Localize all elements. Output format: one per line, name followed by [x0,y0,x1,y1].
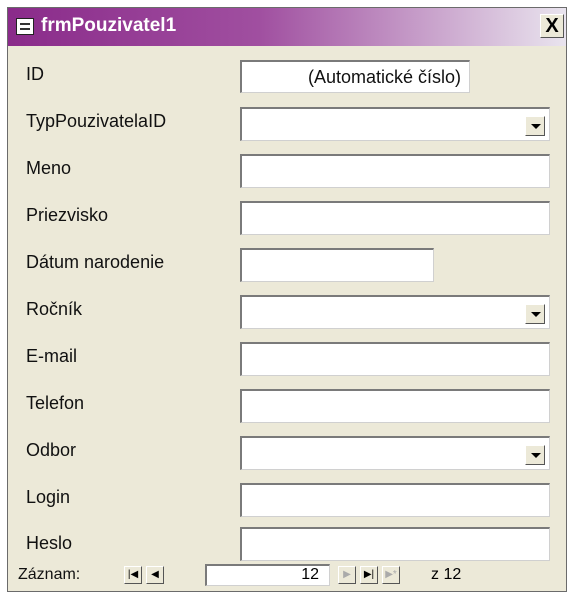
id-field[interactable]: (Automatické číslo) [240,60,470,93]
priezvisko-input[interactable] [240,201,550,235]
label-meno: Meno [26,158,72,178]
email-input[interactable] [240,342,550,376]
login-input[interactable] [240,483,550,517]
datum-narodenie-input[interactable] [240,248,434,282]
typpouzivatelaid-combo[interactable] [240,107,550,141]
heslo-input[interactable] [240,527,550,561]
form-icon [16,18,34,35]
label-login: Login [26,487,71,507]
title-bar: frmPouzivatel1 X [8,8,566,46]
odbor-combo[interactable] [240,436,550,470]
telefon-input[interactable] [240,389,550,423]
window-title: frmPouzivatel1 [41,15,177,36]
label-telefon: Telefon [26,393,85,413]
label-heslo: Heslo [26,533,73,553]
label-email: E-mail [26,346,78,366]
label-priezvisko: Priezvisko [26,205,109,225]
label-typpouzivatelaid: TypPouzivatelaID [26,111,167,131]
meno-input[interactable] [240,154,550,188]
next-record-button[interactable]: ▶ [338,566,356,584]
prev-record-button[interactable]: ◀ [146,566,164,584]
of-label: z [431,566,439,583]
record-total: z 12 [431,566,461,584]
dropdown-arrow-icon[interactable] [525,116,545,136]
dropdown-arrow-icon[interactable] [525,304,545,324]
rocnik-combo[interactable] [240,295,550,329]
new-record-button[interactable]: ▶* [382,566,400,584]
label-datum-narodenie: Dátum narodenie [26,252,165,272]
record-number-input[interactable]: 12 [205,564,330,586]
label-rocnik: Ročník [26,299,83,319]
last-record-button[interactable]: ▶| [360,566,378,584]
record-nav-label: Záznam: [18,566,81,583]
form-window: frmPouzivatel1 X ID (Automatické číslo) … [7,7,567,592]
label-id: ID [26,64,44,84]
total-count: 12 [443,566,462,583]
close-button[interactable]: X [540,14,564,38]
first-record-button[interactable]: |◀ [124,566,142,584]
label-odbor: Odbor [26,440,77,460]
dropdown-arrow-icon[interactable] [525,445,545,465]
